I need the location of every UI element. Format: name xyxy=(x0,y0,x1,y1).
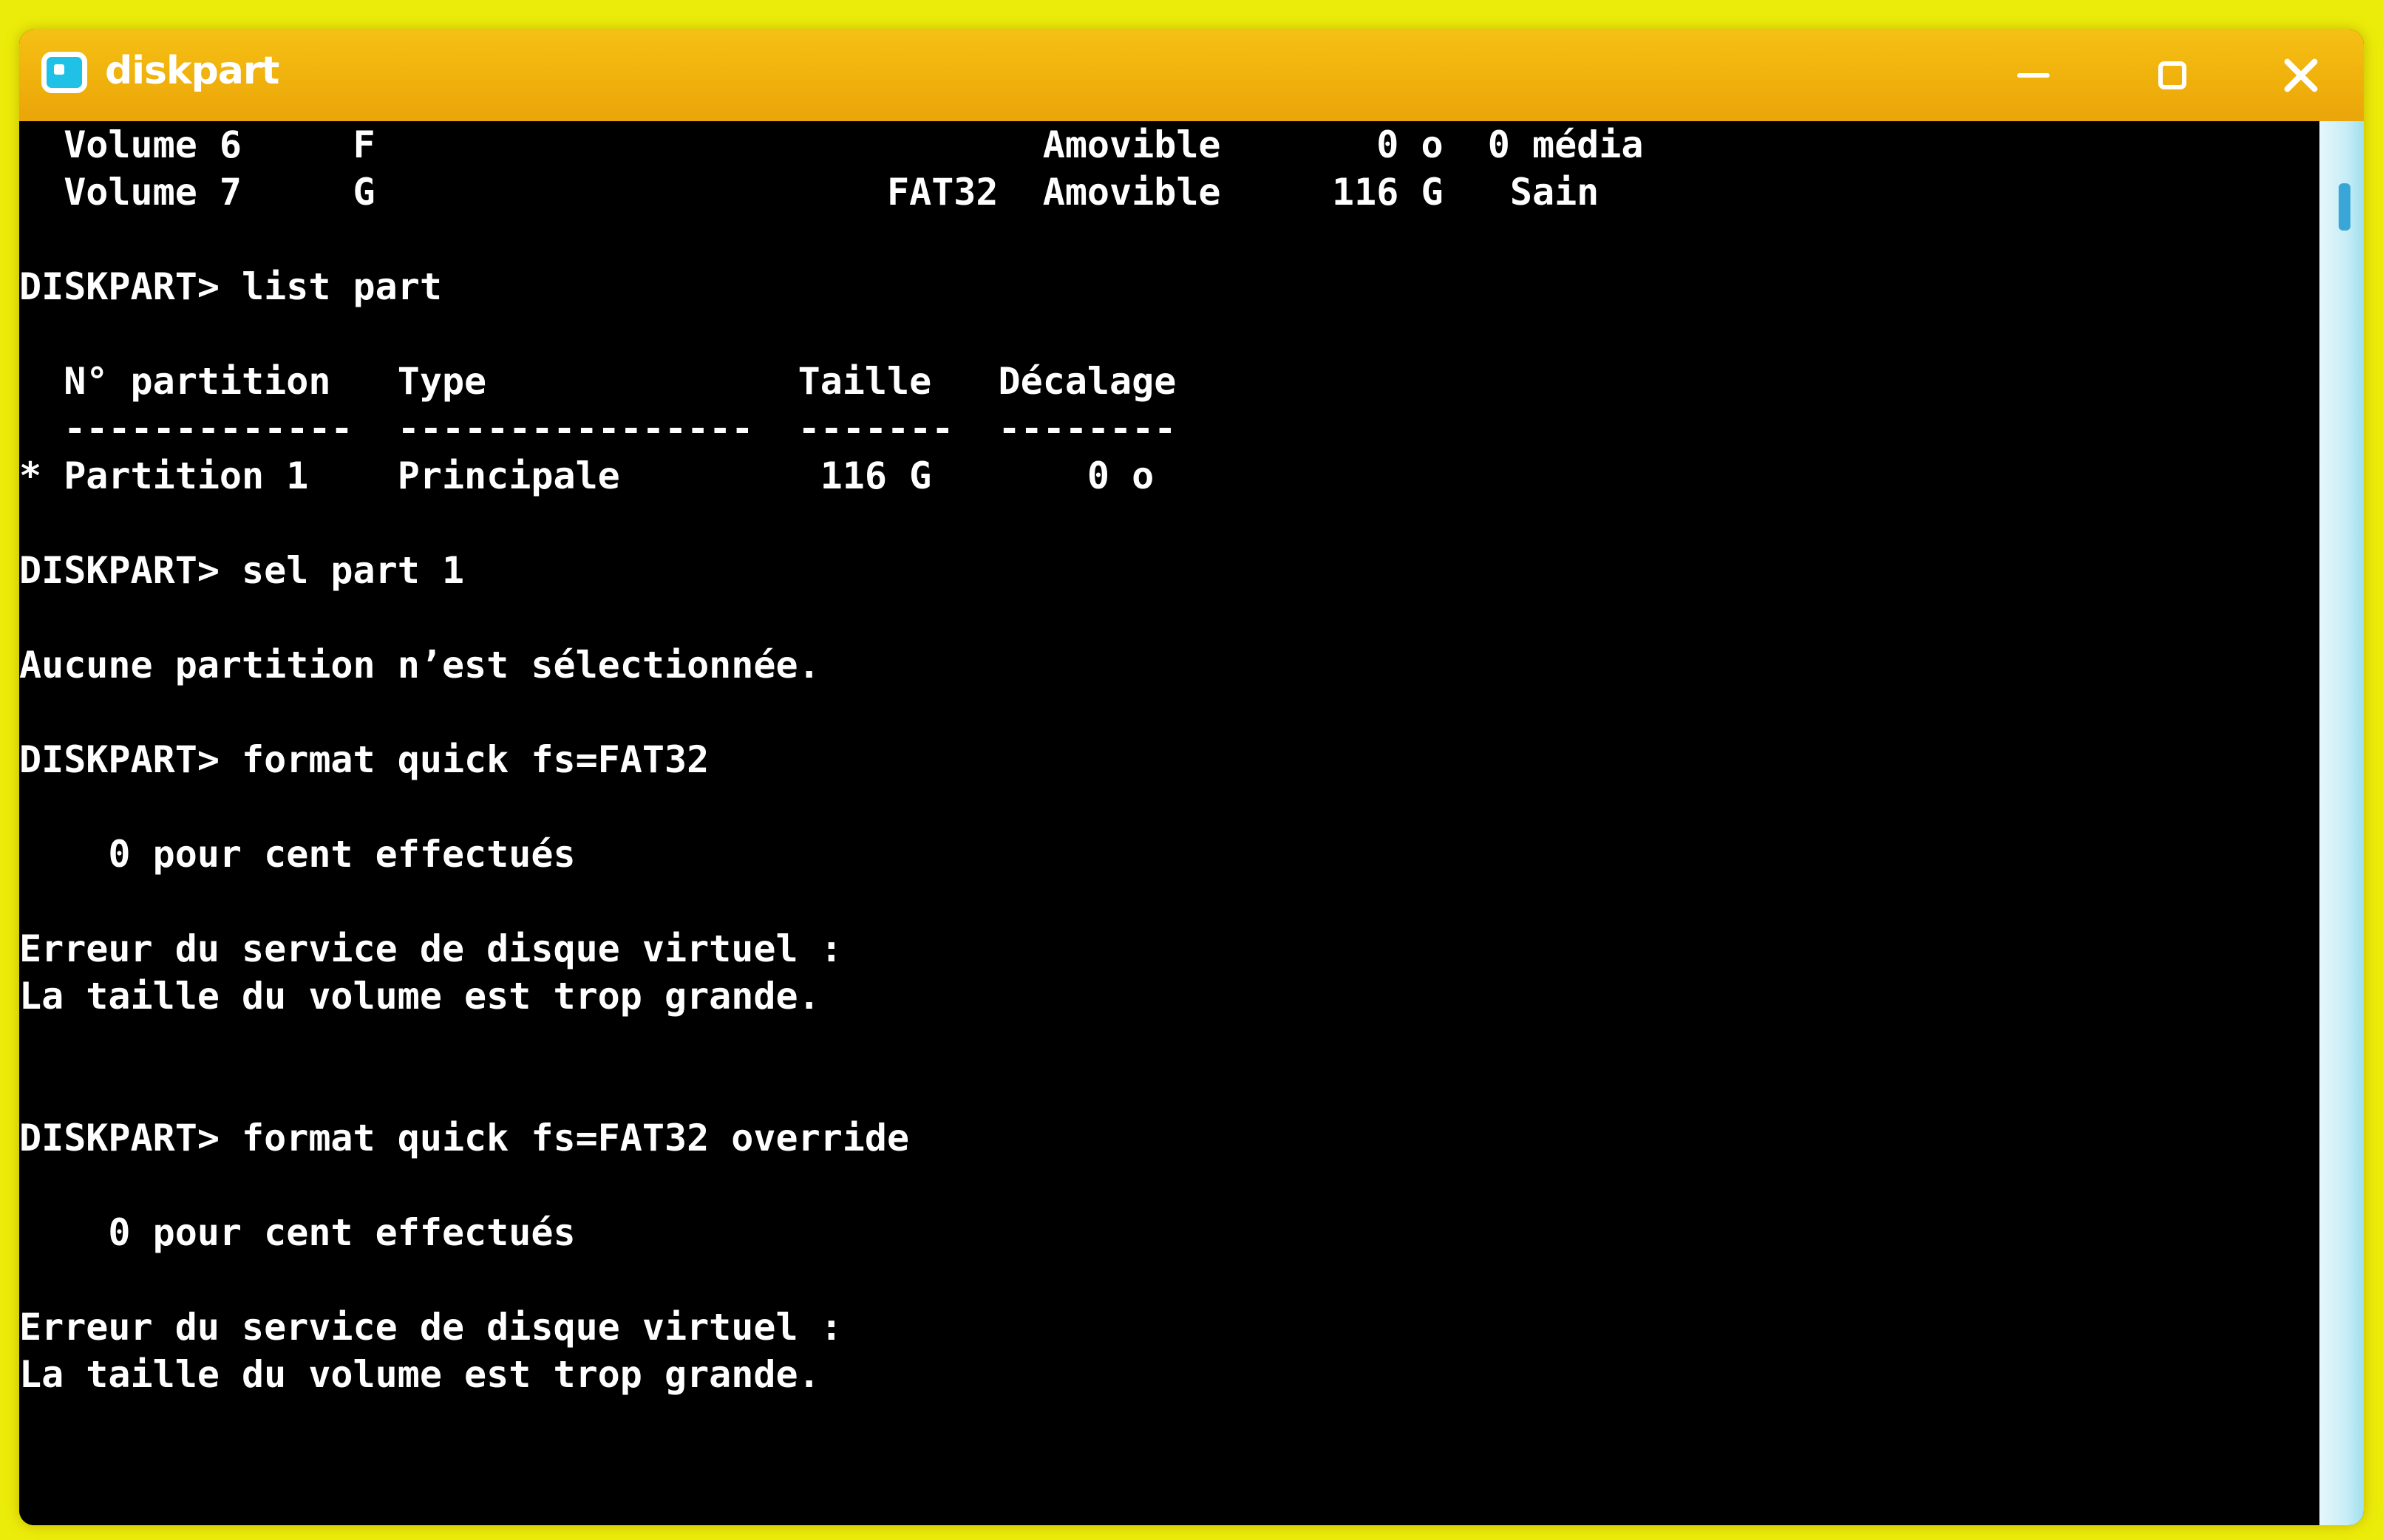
maximize-button[interactable] xyxy=(2110,30,2235,121)
minimize-icon xyxy=(2017,73,2050,78)
terminal-icon xyxy=(41,52,87,93)
console-line: La taille du volume est trop grande. xyxy=(19,1353,820,1396)
console-line: Erreur du service de disque virtuel : xyxy=(19,1306,843,1349)
console-line: Aucune partition n’est sélectionnée. xyxy=(19,644,820,686)
console-line: ------------- ---------------- ------- -… xyxy=(19,407,1177,450)
console-line: * Partition 1 Principale 116 G 0 o xyxy=(19,454,1155,497)
diskpart-window: diskpart Volume 6 F Amovible 0 o 0 média… xyxy=(19,30,2364,1525)
console-line: 0 pour cent effectués xyxy=(19,1211,576,1254)
maximize-icon xyxy=(2158,61,2186,89)
vertical-scrollbar[interactable] xyxy=(2319,121,2364,1525)
close-icon xyxy=(2282,56,2320,95)
console-line: DISKPART> format quick fs=FAT32 xyxy=(19,738,710,781)
console-line: Volume 6 F Amovible 0 o 0 média xyxy=(19,123,1644,166)
console-line: DISKPART> format quick fs=FAT32 override xyxy=(19,1117,910,1159)
scrollbar-thumb[interactable] xyxy=(2339,183,2350,231)
window-title: diskpart xyxy=(105,49,279,93)
console-line: Erreur du service de disque virtuel : xyxy=(19,927,843,970)
console-line: 0 pour cent effectués xyxy=(19,833,576,876)
console-line: DISKPART> sel part 1 xyxy=(19,549,465,592)
console-line: Volume 7 G FAT32 Amovible 116 G Sain xyxy=(19,171,1600,214)
console-line: N° partition Type Taille Décalage xyxy=(19,360,1177,403)
console-line: DISKPART> list part xyxy=(19,265,442,308)
minimize-button[interactable] xyxy=(1971,30,2096,121)
close-button[interactable] xyxy=(2238,30,2364,121)
console-output[interactable]: Volume 6 F Amovible 0 o 0 média Volume 7… xyxy=(19,121,2319,1525)
console-line: La taille du volume est trop grande. xyxy=(19,975,820,1018)
title-bar[interactable]: diskpart xyxy=(19,30,2364,121)
